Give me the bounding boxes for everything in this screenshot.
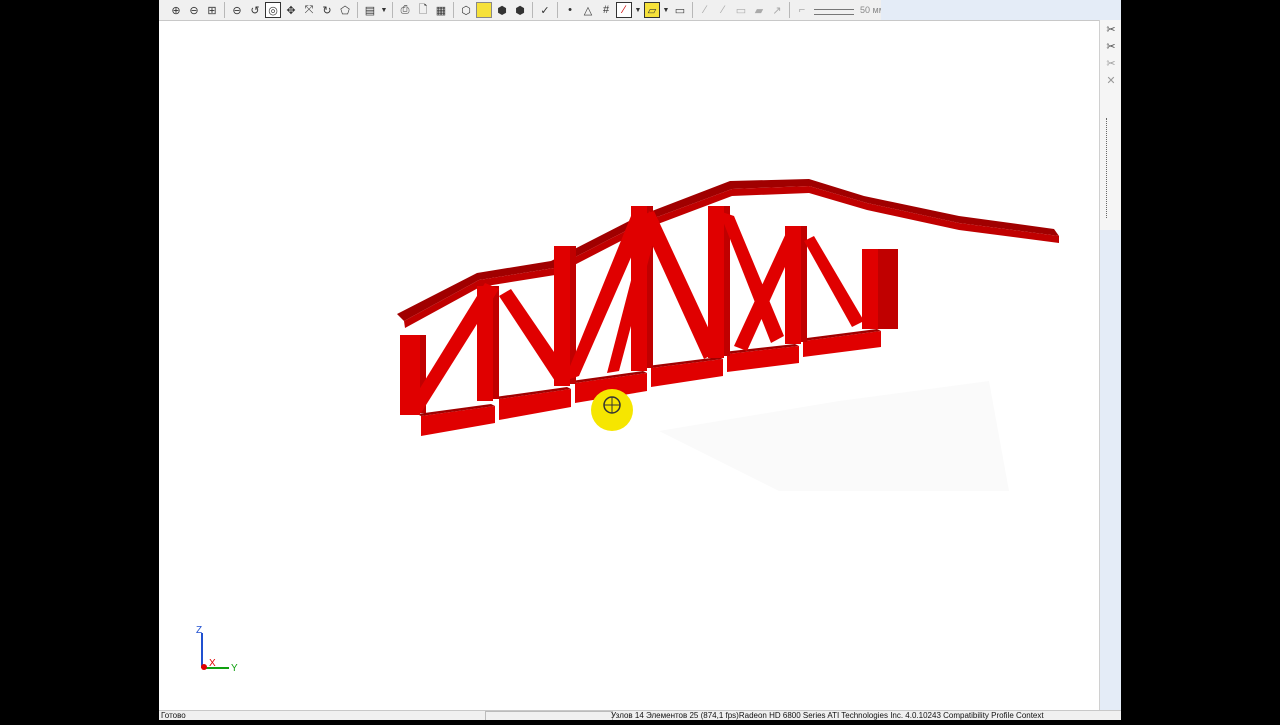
pen-icon[interactable]: ∕	[616, 2, 632, 18]
tool-5-icon[interactable]: ↗	[769, 2, 785, 18]
toolbar-separator	[453, 2, 454, 18]
node-icon[interactable]: •	[562, 2, 578, 18]
supports-icon[interactable]: △	[580, 2, 596, 18]
tool-2-icon[interactable]: ⁄	[715, 2, 731, 18]
tool-1-icon[interactable]: ∕	[697, 2, 713, 18]
zoom-window-icon[interactable]: ⊞	[204, 2, 220, 18]
zoom-out-icon[interactable]: ⊖	[186, 2, 202, 18]
rotate-axis-icon[interactable]: ↻	[319, 2, 335, 18]
layer-icon[interactable]: ▭	[672, 2, 688, 18]
view-menu-icon[interactable]: ▤	[362, 2, 378, 18]
grid-icon[interactable]: #	[598, 2, 614, 18]
main-toolbar: ⊕ ⊖ ⊞ ⊖ ↺ ◎ ✥ ⤧ ↻ ⬠ ▤ ▼ ⎙ 🗋 ▦ ⬡ ⬢ ⬢ ✓ • …	[159, 0, 1121, 21]
axis-x-label: X	[209, 658, 216, 669]
merge-icon[interactable]: ✕	[1104, 74, 1118, 88]
zoom-selected-icon[interactable]: ◎	[265, 2, 281, 18]
scroll-region[interactable]	[1100, 230, 1121, 710]
truss-model: Z X Y	[196, 179, 1059, 674]
status-ready-text: Готово	[161, 711, 186, 720]
split-icon[interactable]: ✂	[1104, 57, 1118, 71]
pan-icon[interactable]: ✥	[283, 2, 299, 18]
zoom-in-icon[interactable]: ⊕	[168, 2, 184, 18]
numbering-icon[interactable]: ✓	[537, 2, 553, 18]
truss-shadow	[659, 381, 1009, 491]
axis-z-label: Z	[196, 625, 202, 636]
perspective-icon[interactable]: ⬠	[337, 2, 353, 18]
cut-node-icon[interactable]: ✂	[1104, 40, 1118, 54]
robot-dog-mascot	[1059, 637, 1112, 719]
application-window: ⊕ ⊖ ⊞ ⊖ ↺ ◎ ✥ ⤧ ↻ ⬠ ▤ ▼ ⎙ 🗋 ▦ ⬡ ⬢ ⬢ ✓ • …	[159, 0, 1121, 720]
eraser-icon[interactable]: ▱	[644, 2, 660, 18]
toolbar-separator	[392, 2, 393, 18]
model-viewport[interactable]: Z X Y	[159, 21, 1099, 710]
screen-margin	[1059, 0, 1280, 720]
wireframe-icon[interactable]: ⬡	[458, 2, 474, 18]
toolbar-background	[881, 0, 1121, 20]
toolbar-separator	[532, 2, 533, 18]
tool-4-icon[interactable]: ▰	[751, 2, 767, 18]
solid-icon[interactable]: ⬢	[494, 2, 510, 18]
toolbar-separator	[692, 2, 693, 18]
toolbar-separator	[224, 2, 225, 18]
toolbar-separator	[357, 2, 358, 18]
dropdown-arrow-icon[interactable]: ▼	[634, 2, 642, 18]
status-info-text: Узлов 14 Элементов 25 (874,1 fps)Radeon …	[611, 711, 1044, 720]
tool-3-icon[interactable]: ▭	[733, 2, 749, 18]
zoom-previous-icon[interactable]: ⊖	[229, 2, 245, 18]
cut-icon[interactable]: ✂	[1104, 23, 1118, 37]
print-preview-icon[interactable]: 🗋	[415, 2, 431, 18]
axis-y-label: Y	[231, 663, 238, 674]
print-icon[interactable]: ⎙	[397, 2, 413, 18]
cursor-highlight	[591, 389, 633, 431]
zoom-dynamic-icon[interactable]: ↺	[247, 2, 263, 18]
shaded-icon[interactable]	[476, 2, 492, 18]
scale-ruler	[814, 6, 854, 15]
status-panel	[485, 711, 613, 720]
toolbar-separator	[557, 2, 558, 18]
status-bar: Готово Узлов 14 Элементов 25 (874,1 fps)…	[159, 710, 1121, 720]
report-icon[interactable]: ▦	[433, 2, 449, 18]
rotate-icon[interactable]: ⤧	[301, 2, 317, 18]
side-toolbar: ✂ ✂ ✂ ✕	[1099, 20, 1121, 710]
corner-icon[interactable]: ⌐	[794, 2, 810, 18]
solid-dark-icon[interactable]: ⬢	[512, 2, 528, 18]
dropdown-arrow-icon[interactable]: ▼	[662, 2, 670, 18]
dropdown-arrow-icon[interactable]: ▼	[380, 2, 388, 18]
vertical-ruler[interactable]	[1106, 118, 1115, 218]
toolbar-separator	[789, 2, 790, 18]
